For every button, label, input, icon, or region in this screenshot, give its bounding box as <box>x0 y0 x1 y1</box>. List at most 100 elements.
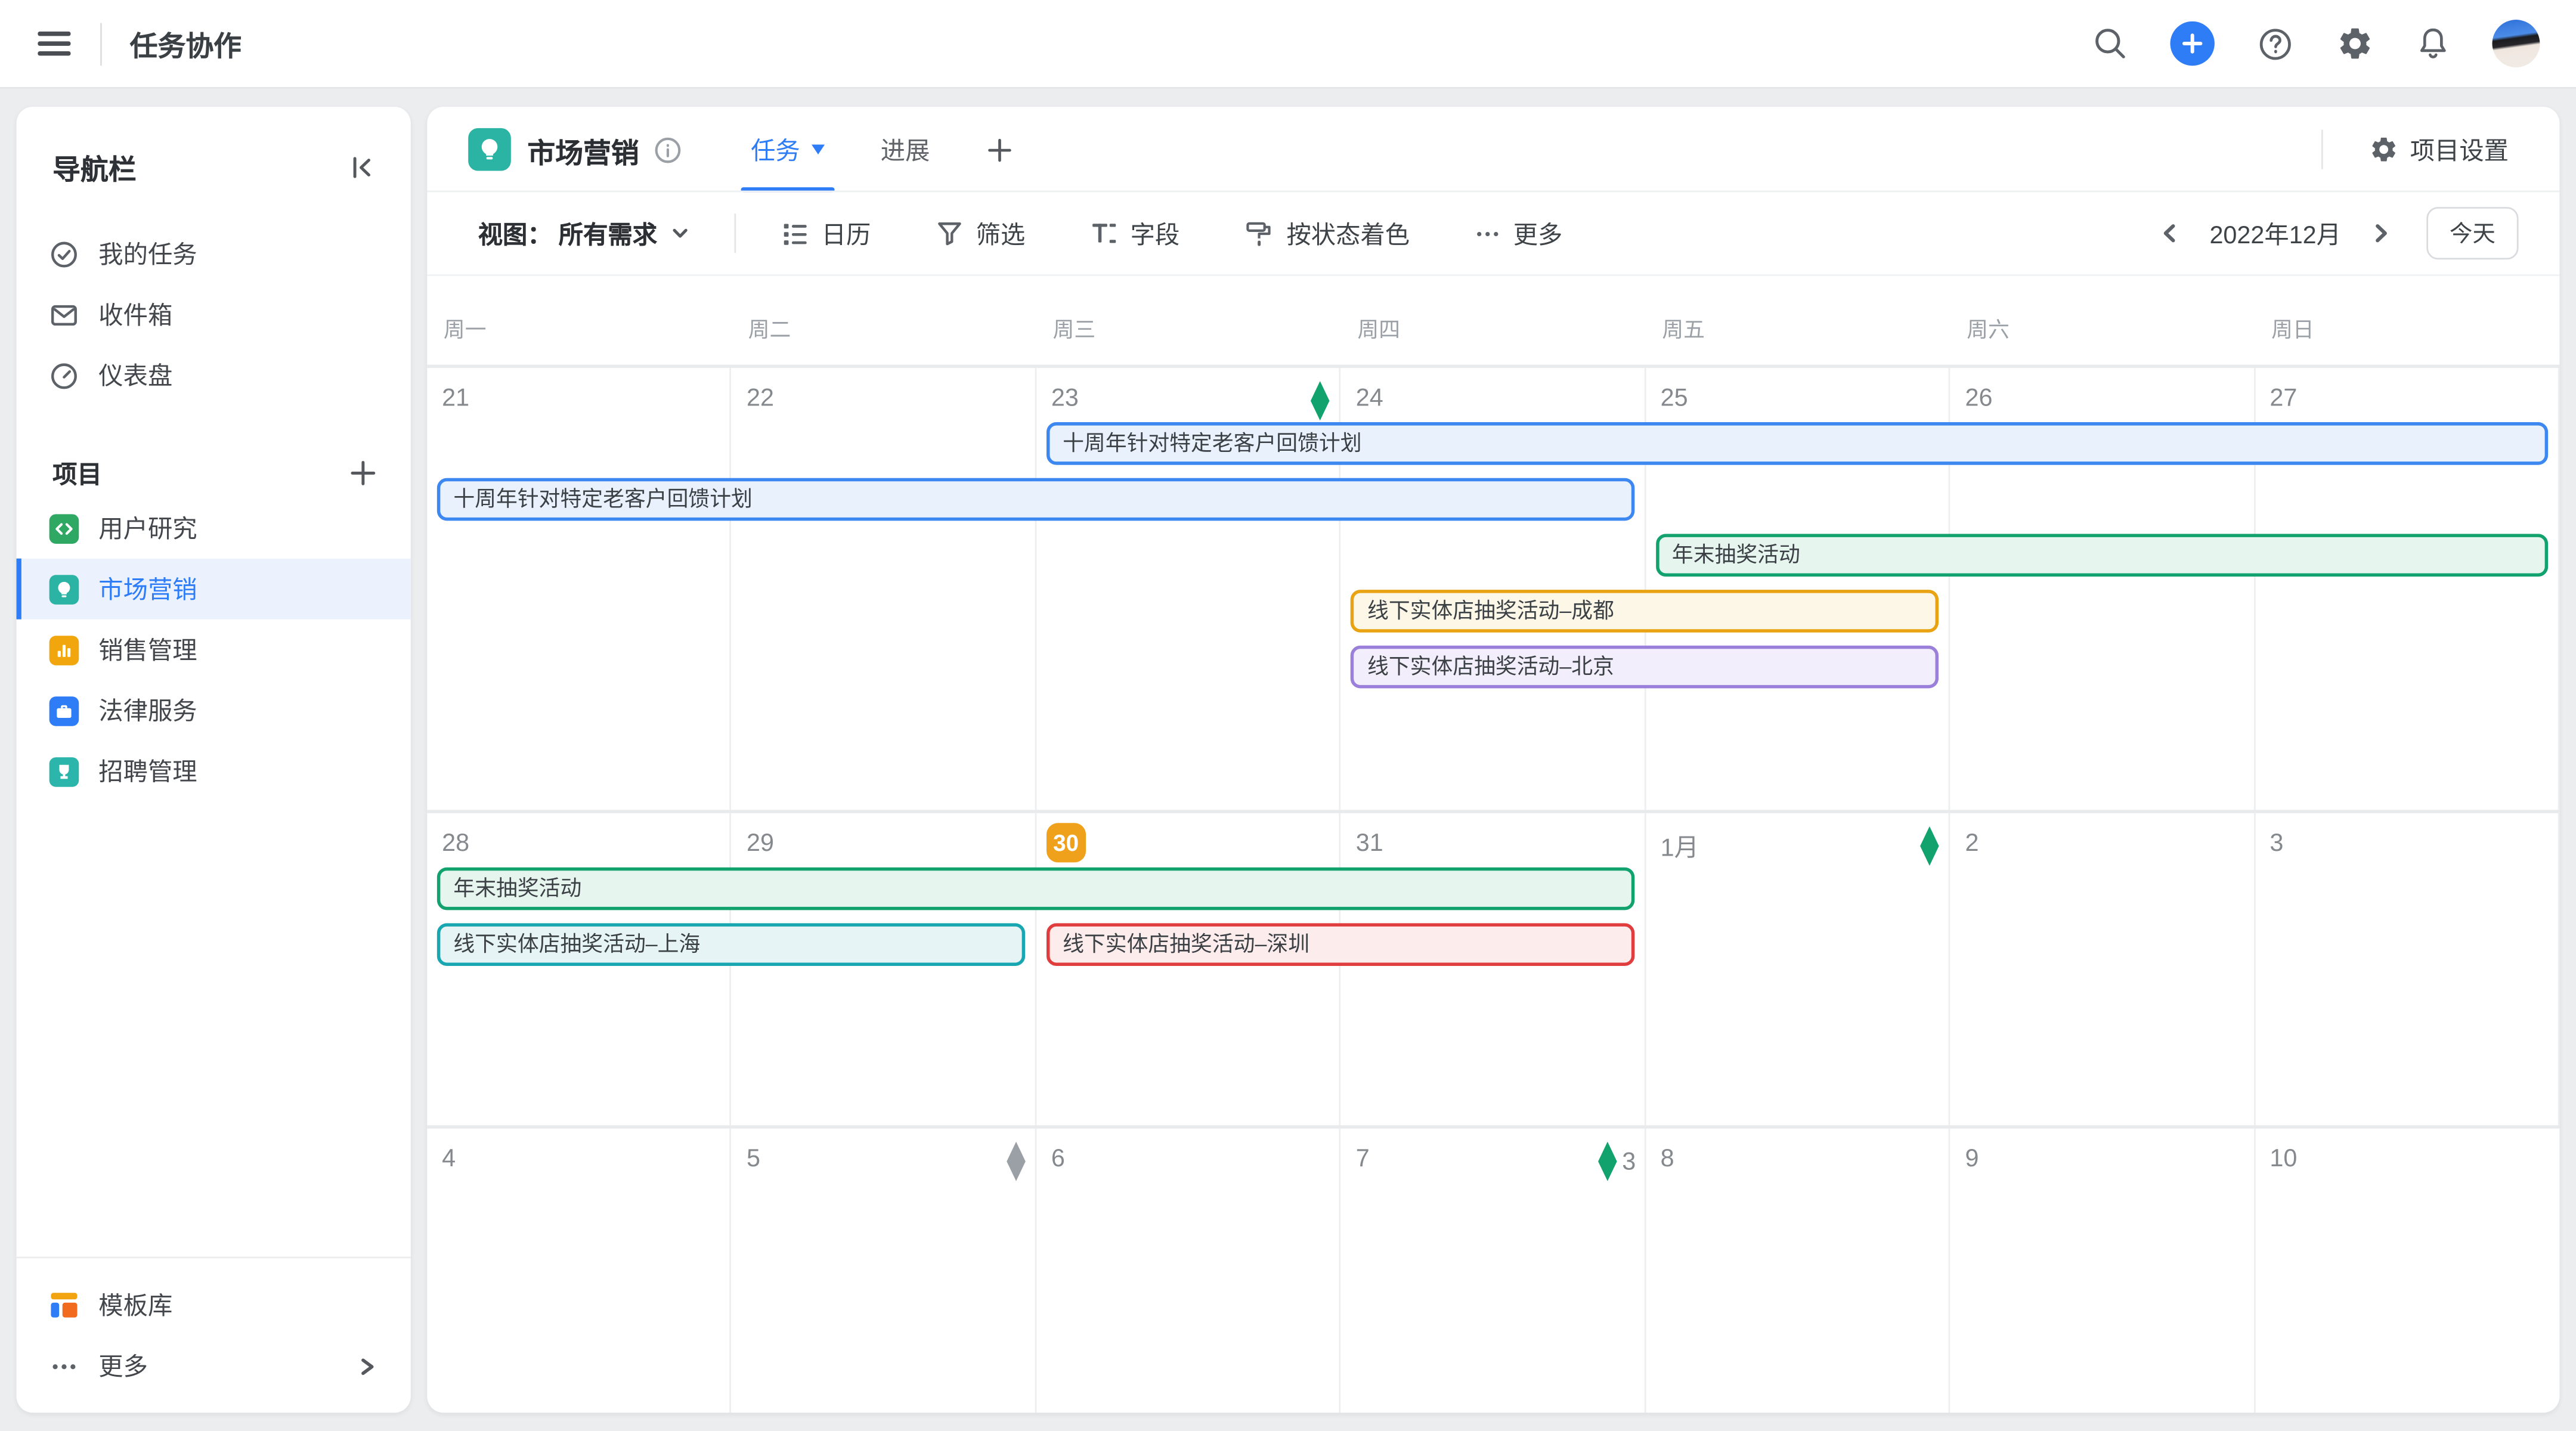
hamburger-icon <box>36 30 73 58</box>
calendar-day-cell[interactable]: 8 <box>1646 1129 1950 1413</box>
weekday-label: 周一 <box>427 311 732 342</box>
app-window: 任务协作 <box>0 0 2576 1431</box>
project-info-button[interactable] <box>654 135 682 163</box>
sidebar-item-template-library[interactable]: 模板库 <box>17 1275 411 1336</box>
milestone-diamond[interactable]: 3 <box>1597 1142 1636 1181</box>
view-selector[interactable]: 视图：所有需求 <box>468 215 700 252</box>
notifications-button[interactable] <box>2415 24 2451 62</box>
sidebar-item-more[interactable]: 更多 <box>17 1336 411 1396</box>
milestone-diamond[interactable] <box>1919 826 1940 866</box>
milestone-diamond[interactable] <box>1005 1142 1027 1181</box>
event-bar[interactable]: 十周年针对特定老客户回馈计划 <box>1046 422 2549 465</box>
tool-button-label: 按状态着色 <box>1286 216 1410 250</box>
page-title: 市场营销 <box>527 129 639 170</box>
sidebar-title: 导航栏 <box>52 146 137 187</box>
more-button[interactable]: 更多 <box>1464 215 1572 252</box>
calendar-day-cell[interactable]: 5 <box>732 1129 1036 1413</box>
calendar-day-cell[interactable]: 73 <box>1341 1129 1646 1413</box>
sidebar-footer: 模板库 更多 <box>17 1257 411 1396</box>
tab-tasks[interactable]: 任务 <box>751 107 825 192</box>
tab-progress[interactable]: 进展 <box>881 107 930 192</box>
calendar-day-cell[interactable]: 4 <box>427 1129 732 1413</box>
calendar-day-cell[interactable]: 28 <box>427 813 732 1125</box>
color-by-status-button[interactable]: 按状态着色 <box>1234 215 1419 252</box>
calendar-navigation: 2022年12月 今天 <box>2156 207 2519 259</box>
calendar-day-cell[interactable]: 9 <box>1950 1129 2255 1413</box>
calendar-day-cell[interactable]: 10 <box>2255 1129 2560 1413</box>
event-bar[interactable]: 十周年针对特定老客户回馈计划 <box>437 478 1634 521</box>
sidebar-nav: 我的任务 收件箱 仪表盘 <box>17 224 411 406</box>
project-item-sales[interactable]: 销售管理 <box>17 620 411 680</box>
event-bar[interactable]: 线下实体店抽奖活动–北京 <box>1351 646 1939 689</box>
event-bar[interactable]: 线下实体店抽奖活动–成都 <box>1351 590 1939 633</box>
ellipsis-icon <box>49 1351 79 1381</box>
bell-icon <box>2415 24 2451 62</box>
calendar-day-cell[interactable]: 1月 <box>1646 813 1950 1125</box>
user-avatar[interactable] <box>2492 20 2540 67</box>
calendar-day-cell[interactable]: 3 <box>2255 813 2560 1125</box>
calendar-day-cell[interactable]: 31 <box>1341 813 1646 1125</box>
sidebar-item-label: 更多 <box>98 1349 148 1383</box>
fields-button[interactable]: 字段 <box>1079 215 1190 252</box>
date-number: 10 <box>2270 1145 2297 1173</box>
fields-icon <box>1089 218 1119 248</box>
date-number: 5 <box>747 1145 760 1173</box>
main-panel: 市场营销 任务 进展 <box>427 107 2559 1413</box>
hamburger-menu-button[interactable] <box>36 30 73 58</box>
project-item-user-research[interactable]: 用户研究 <box>17 498 411 559</box>
tool-button-label: 字段 <box>1131 216 1180 250</box>
template-library-icon <box>49 1290 79 1320</box>
sidebar-collapse-button[interactable] <box>345 150 378 183</box>
next-month-button[interactable] <box>2366 218 2395 248</box>
sidebar-item-my-tasks[interactable]: 我的任务 <box>17 224 411 284</box>
weekday-label: 周六 <box>1950 311 2255 342</box>
date-number: 21 <box>442 385 469 413</box>
gear-icon <box>2336 24 2374 62</box>
calendar-view-button[interactable]: 日历 <box>770 215 881 252</box>
today-button[interactable]: 今天 <box>2426 207 2518 259</box>
date-number: 2 <box>1965 829 1979 857</box>
calendar-day-cell[interactable]: 30 <box>1036 813 1341 1125</box>
calendar-day-cell[interactable]: 2 <box>1950 813 2255 1125</box>
sidebar-item-inbox[interactable]: 收件箱 <box>17 284 411 345</box>
date-number: 4 <box>442 1145 456 1173</box>
date-number: 8 <box>1661 1145 1674 1173</box>
event-bar[interactable]: 线下实体店抽奖活动–深圳 <box>1046 923 1634 966</box>
help-button[interactable] <box>2256 24 2295 63</box>
event-bar[interactable]: 线下实体店抽奖活动–上海 <box>437 923 1025 966</box>
add-tab-button[interactable] <box>986 135 1014 163</box>
project-item-marketing[interactable]: 市场营销 <box>17 559 411 620</box>
sidebar-item-label: 收件箱 <box>98 298 172 332</box>
projects-title: 项目 <box>52 456 102 491</box>
search-button[interactable] <box>2091 24 2129 62</box>
filter-button[interactable]: 筛选 <box>925 215 1035 252</box>
create-button[interactable] <box>2170 21 2214 66</box>
event-bar[interactable]: 年末抽奖活动 <box>1655 534 2548 577</box>
date-number: 6 <box>1051 1145 1065 1173</box>
tool-button-label: 筛选 <box>976 216 1026 250</box>
list-view-icon <box>781 218 810 248</box>
funnel-icon <box>935 218 965 248</box>
event-bar[interactable]: 年末抽奖活动 <box>437 868 1634 910</box>
calendar-day-cell[interactable]: 21 <box>427 368 732 810</box>
project-item-legal[interactable]: 法律服务 <box>17 680 411 741</box>
date-number: 31 <box>1356 829 1383 857</box>
topbar: 任务协作 <box>0 0 2576 87</box>
project-item-recruiting[interactable]: 招聘管理 <box>17 741 411 802</box>
calendar-day-cell[interactable]: 29 <box>732 813 1036 1125</box>
milestone-diamond[interactable] <box>1310 381 1332 420</box>
gear-icon <box>2369 135 2399 165</box>
calendar-day-cell[interactable]: 6 <box>1036 1129 1341 1413</box>
search-icon <box>2091 24 2129 62</box>
calendar-day-cell[interactable]: 22 <box>732 368 1036 810</box>
previous-month-button[interactable] <box>2156 218 2185 248</box>
project-settings-button[interactable]: 项目设置 <box>2359 131 2518 168</box>
date-number: 24 <box>1356 385 1383 413</box>
content-area: 导航栏 我的任务 <box>0 87 2576 1431</box>
date-number: 9 <box>1965 1145 1979 1173</box>
settings-button[interactable] <box>2336 24 2374 62</box>
date-number: 28 <box>442 829 469 857</box>
date-number: 26 <box>1965 385 1992 413</box>
sidebar-item-dashboard[interactable]: 仪表盘 <box>17 345 411 406</box>
add-project-button[interactable] <box>348 459 378 488</box>
